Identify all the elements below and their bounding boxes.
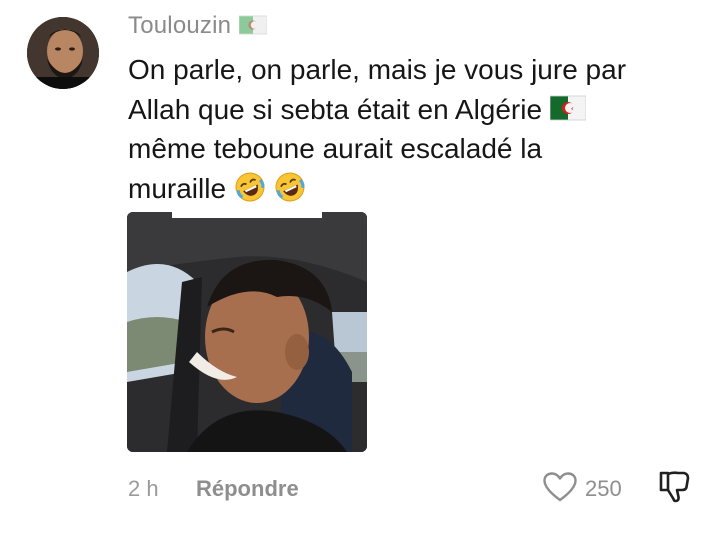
comment-timestamp: 2 h xyxy=(128,476,159,501)
thumbs-down-icon[interactable] xyxy=(656,470,692,509)
avatar[interactable] xyxy=(27,17,99,89)
rofl-emoji-icon xyxy=(234,171,266,203)
algeria-flag-icon xyxy=(549,93,587,121)
comment-username[interactable]: Toulouzin xyxy=(128,12,268,40)
reply-button[interactable]: Répondre xyxy=(196,475,299,503)
comment-line: On parle, on parle, mais je vous jure pa… xyxy=(128,54,627,85)
like-button[interactable]: 250 xyxy=(543,471,622,503)
comment-line: Allah que si sebta était en Algérie xyxy=(128,93,543,125)
algeria-flag-icon xyxy=(238,14,268,36)
comment-image[interactable] xyxy=(127,212,367,452)
rofl-emoji-icon xyxy=(274,171,306,203)
dislike-button[interactable] xyxy=(656,470,692,503)
heart-icon[interactable] xyxy=(543,471,577,507)
comment-line: muraille xyxy=(128,172,227,204)
comment-line-with-emoji: muraille xyxy=(128,169,688,209)
comment-line: même teboune aurait escaladé la xyxy=(128,133,543,164)
comment-text: On parle, on parle, mais je vous jure pa… xyxy=(128,50,688,208)
comment-line-with-flag: Allah que si sebta était en Algérie xyxy=(128,90,688,130)
username-text[interactable]: Toulouzin xyxy=(128,12,231,40)
like-count: 250 xyxy=(585,476,622,501)
